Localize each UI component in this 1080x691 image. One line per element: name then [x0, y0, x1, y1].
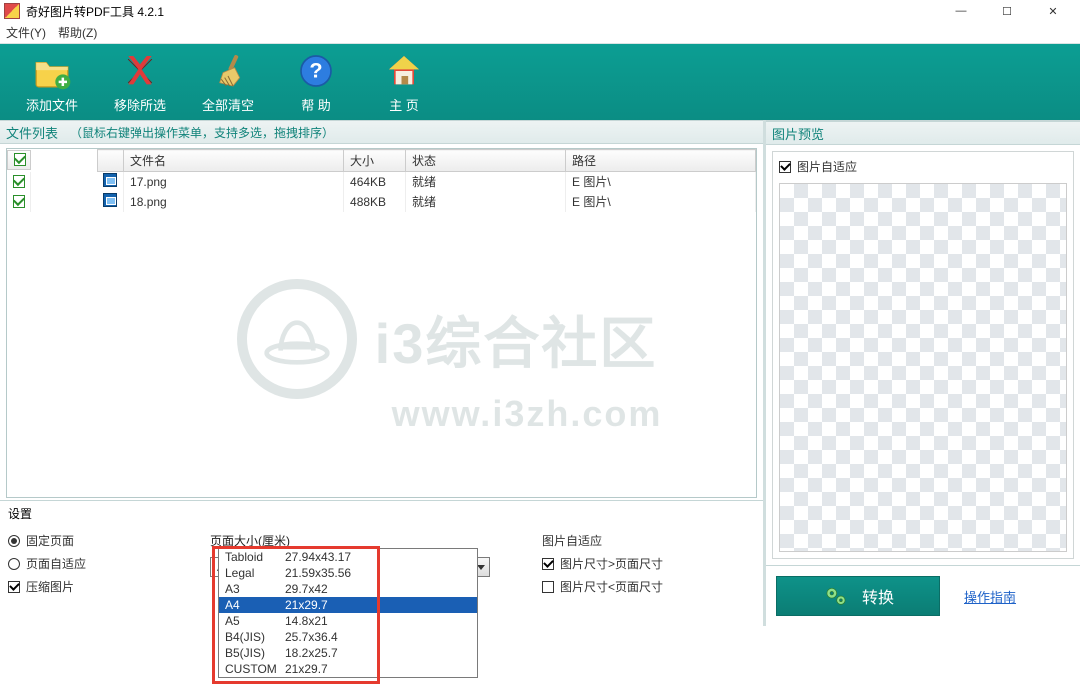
preview-header: 图片预览	[766, 121, 1080, 145]
pagesize-option[interactable]: Legal21.59x35.56	[219, 565, 477, 581]
toolbar-label: 添加文件	[26, 95, 78, 114]
watermark: i3综合社区 www.i3zh.com	[187, 279, 707, 435]
pagesize-option[interactable]: A421x29.7	[219, 597, 477, 613]
close-button[interactable]: ✕	[1030, 0, 1076, 22]
cell-status: 就绪	[406, 192, 566, 212]
checkbox-img-lt-page[interactable]: 图片尺寸<页面尺寸	[542, 578, 742, 595]
preview-panel: 图片自适应	[772, 151, 1074, 559]
add-folder-icon	[32, 51, 72, 91]
cell-name: 17.png	[124, 172, 344, 192]
col-path[interactable]: 路径	[566, 150, 756, 172]
file-icon	[103, 173, 117, 187]
clear-all-button[interactable]: 全部清空	[184, 51, 272, 114]
toolbar: 添加文件 移除所选 全部清空 ? 帮 助 主 页	[0, 44, 1080, 120]
toolbar-label: 全部清空	[202, 95, 254, 114]
help-button[interactable]: ? 帮 助	[272, 51, 360, 114]
svg-text:?: ?	[309, 58, 322, 83]
pagesize-option[interactable]: A329.7x42	[219, 581, 477, 597]
pagesize-option[interactable]: A514.8x21	[219, 613, 477, 629]
add-files-button[interactable]: 添加文件	[8, 51, 96, 114]
row-checkbox[interactable]	[13, 175, 25, 188]
home-icon	[384, 51, 424, 91]
toolbar-label: 帮 助	[301, 95, 331, 114]
file-table[interactable]: 文件名 大小 状态 路径 17.png464KB就绪E 图片\18.png488…	[6, 148, 757, 498]
watermark-text: i3综合社区	[375, 299, 658, 380]
pagesize-option[interactable]: B5(JIS)18.2x25.7	[219, 645, 477, 661]
operation-guide-link[interactable]: 操作指南	[964, 587, 1016, 606]
cell-size: 488KB	[344, 192, 406, 212]
checkbox-preview-fit[interactable]: 图片自适应	[779, 158, 1067, 175]
select-all-checkbox[interactable]	[14, 153, 26, 166]
gears-icon	[822, 582, 850, 610]
file-icon	[103, 193, 117, 207]
window-title: 奇好图片转PDF工具 4.2.1	[26, 3, 938, 20]
table-row[interactable]: 17.png464KB就绪E 图片\	[7, 172, 756, 192]
cell-status: 就绪	[406, 172, 566, 192]
convert-button[interactable]: 转换	[776, 576, 940, 616]
preview-canvas	[779, 183, 1067, 552]
toolbar-label: 移除所选	[114, 95, 166, 114]
watermark-url: www.i3zh.com	[392, 393, 663, 435]
col-name[interactable]: 文件名	[124, 150, 344, 172]
menu-file[interactable]: 文件(Y)	[6, 24, 46, 41]
cell-size: 464KB	[344, 172, 406, 192]
toolbar-label: 主 页	[389, 95, 419, 114]
filelist-hint: （鼠标右键弹出操作菜单，支持多选，拖拽排序）	[70, 124, 334, 141]
col-status[interactable]: 状态	[406, 150, 566, 172]
pagesize-option[interactable]: Tabloid27.94x43.17	[219, 549, 477, 565]
row-checkbox[interactable]	[13, 195, 25, 208]
pagesize-dropdown-list[interactable]: Tabloid27.94x43.17Legal21.59x35.56A329.7…	[218, 548, 478, 678]
maximize-button[interactable]: ☐	[984, 0, 1030, 22]
app-icon	[4, 3, 20, 19]
titlebar: 奇好图片转PDF工具 4.2.1 — ☐ ✕	[0, 0, 1080, 22]
help-icon: ?	[296, 51, 336, 91]
pagesize-option[interactable]: B4(JIS)25.7x36.4	[219, 629, 477, 645]
cell-name: 18.png	[124, 192, 344, 212]
checkbox-compress[interactable]: 压缩图片	[8, 578, 178, 595]
convert-label: 转换	[862, 584, 894, 608]
radio-fixed-page[interactable]: 固定页面	[8, 532, 178, 549]
pagesize-label: 页面大小(厘米)	[210, 532, 510, 549]
remove-x-icon	[120, 51, 160, 91]
minimize-button[interactable]: —	[938, 0, 984, 22]
menu-help[interactable]: 帮助(Z)	[58, 24, 97, 41]
home-button[interactable]: 主 页	[360, 51, 448, 114]
watermark-logo-icon	[237, 279, 357, 399]
table-row[interactable]: 18.png488KB就绪E 图片\	[7, 192, 756, 212]
settings-label: 设置	[8, 505, 32, 522]
convert-panel: 转换 操作指南	[766, 565, 1080, 626]
table-header-row: 文件名 大小 状态 路径	[7, 150, 756, 172]
filelist-header: 文件列表 （鼠标右键弹出操作菜单，支持多选，拖拽排序）	[0, 120, 763, 144]
col-size[interactable]: 大小	[344, 150, 406, 172]
filelist-title: 文件列表	[6, 123, 58, 142]
menubar: 文件(Y) 帮助(Z)	[0, 22, 1080, 44]
remove-selected-button[interactable]: 移除所选	[96, 51, 184, 114]
radio-auto-page[interactable]: 页面自适应	[8, 555, 178, 572]
cell-path: E 图片\	[566, 192, 756, 212]
checkbox-img-gt-page[interactable]: 图片尺寸>页面尺寸	[542, 555, 742, 572]
preview-title: 图片预览	[772, 124, 824, 143]
pagesize-option[interactable]: CUSTOM21x29.7	[219, 661, 477, 677]
auto-fit-label: 图片自适应	[542, 532, 742, 549]
cell-path: E 图片\	[566, 172, 756, 192]
broom-icon	[208, 51, 248, 91]
